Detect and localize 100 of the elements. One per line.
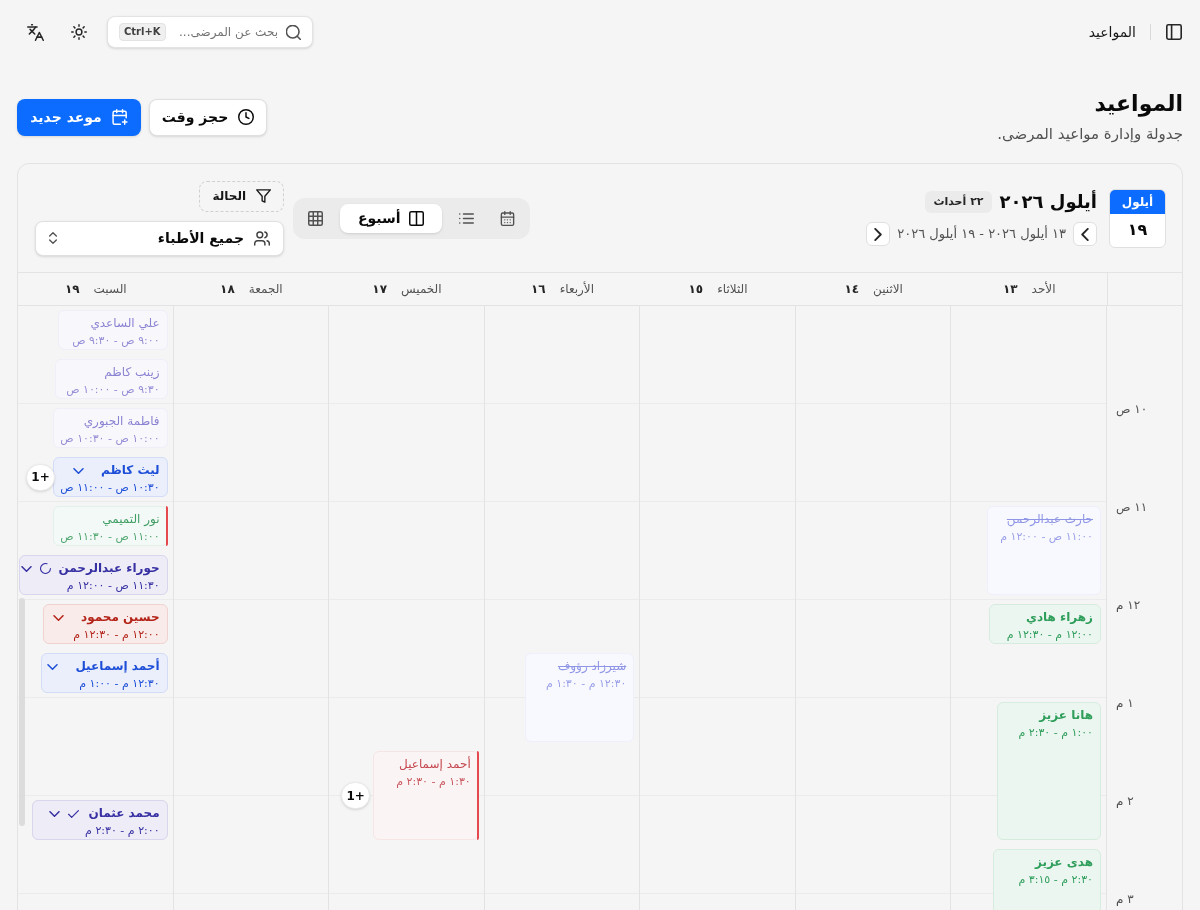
weekday-label: الخميس xyxy=(400,281,442,298)
translate-icon xyxy=(26,23,44,41)
status-filter-button[interactable]: الحالة xyxy=(199,180,284,212)
appointment-time: ٢:٣٠ م - ٣:١٥ م xyxy=(1018,872,1093,888)
weekday-label: الثلاثاء xyxy=(717,281,748,298)
page-subtitle: جدولة وإدارة مواعيد المرضى. xyxy=(997,124,1183,144)
new-appointment-button[interactable]: موعد جديد xyxy=(17,98,141,136)
appointment-card[interactable]: حوراء عبدالرحمن ١١:٣٠ ص - ١٢:٠٠ م xyxy=(19,555,168,595)
book-time-button[interactable]: حجز وقت xyxy=(149,98,267,136)
appointment-card[interactable]: أحمد إسماعيل ١:٣٠ م - ٢:٣٠ م xyxy=(373,751,479,840)
clock-icon xyxy=(238,109,255,125)
chevron-down-icon[interactable] xyxy=(21,565,33,572)
sidebar-icon xyxy=(1166,24,1182,40)
patient-name: حوراء عبدالرحمن xyxy=(58,560,160,577)
patient-name: محمد عثمان xyxy=(88,805,160,822)
patient-name: ليث كاظم xyxy=(101,462,160,479)
appointment-card[interactable]: حسين محمود ١٢:٠٠ م - ١٢:٣٠ م xyxy=(43,604,168,644)
appointment-time: ١١:٣٠ ص - ١٢:٠٠ م xyxy=(66,578,160,594)
check-icon xyxy=(68,809,80,818)
patient-name: هدى عزيز xyxy=(1034,854,1093,871)
sun-icon xyxy=(71,24,87,40)
list-icon xyxy=(459,212,475,224)
date-label: ١٣ xyxy=(1002,281,1018,298)
view-tab[interactable]: أسبوع xyxy=(340,203,442,233)
appointment-time: ٢:٠٠ م - ٢:٣٠ م xyxy=(85,823,160,839)
week-nav-button[interactable] xyxy=(1073,222,1097,246)
patient-name: زينب كاظم xyxy=(104,364,160,381)
appointment-time: ١١:٠٠ ص - ١١:٣٠ ص xyxy=(60,529,160,545)
hour-label: ٣ م xyxy=(1116,891,1134,907)
date-label: ١٦ xyxy=(531,281,546,298)
appointment-card[interactable]: أحمد إسماعيل ١٢:٣٠ م - ١:٠٠ م xyxy=(41,653,168,693)
columns-icon xyxy=(408,210,424,226)
scrollbar-thumb[interactable] xyxy=(19,598,25,826)
appointment-time: ١٢:٣٠ م - ١:٠٠ م xyxy=(79,676,160,692)
appointment-card[interactable]: هدى عزيز ٢:٣٠ م - ٣:١٥ م xyxy=(993,849,1101,910)
appointment-card[interactable]: علي الساعدي ٩:٠٠ ص - ٩:٣٠ ص xyxy=(58,310,168,350)
search-icon xyxy=(286,24,301,40)
calendar-icon xyxy=(500,210,516,226)
sidebar-toggle-button[interactable] xyxy=(1165,23,1183,41)
calendar-title: أيلول ٢٠٢٦ xyxy=(999,190,1097,214)
breadcrumb-title: المواعيد xyxy=(1088,22,1136,43)
doctor-select[interactable]: جميع الأطباء xyxy=(35,220,284,256)
appointment-card[interactable]: فاطمة الجبوري ١٠:٠٠ ص - ١٠:٣٠ ص xyxy=(53,408,168,448)
filter-icon xyxy=(256,189,271,203)
patient-name: شيرزاد رؤوف xyxy=(557,658,627,675)
hour-label: ١١ ص xyxy=(1116,499,1148,515)
appointment-time: ١١:٠٠ ص - ١٢:٠٠ م xyxy=(1000,529,1093,545)
chevron-left-icon xyxy=(1081,227,1089,241)
appointment-time: ١٢:٠٠ م - ١٢:٣٠ م xyxy=(1006,627,1093,643)
date-label: ١٤ xyxy=(844,281,860,298)
day-number: ١٩ xyxy=(1126,219,1149,241)
month-label: أيلول xyxy=(1110,189,1165,214)
weekday-label: الجمعة xyxy=(248,281,283,298)
more-events-button[interactable]: +1 xyxy=(26,463,55,491)
spinner-icon xyxy=(40,563,52,574)
date-label: ١٥ xyxy=(688,281,704,298)
weekday-label: السبت xyxy=(93,281,127,298)
appointment-card[interactable]: محمد عثمان ٢:٠٠ م - ٢:٣٠ م xyxy=(32,800,168,840)
hour-label: ١٠ ص xyxy=(1116,401,1148,417)
chevron-down-icon[interactable] xyxy=(73,467,85,474)
keyboard-shortcut: Ctrl+K xyxy=(119,23,166,41)
appointment-time: ١٢:٠٠ م - ١٢:٣٠ م xyxy=(73,627,160,643)
chevrons-up-down-icon xyxy=(49,232,57,244)
appointment-time: ٩:٠٠ ص - ٩:٣٠ ص xyxy=(72,333,160,349)
appointment-card[interactable]: زينب كاظم ٩:٣٠ ص - ١٠:٠٠ ص xyxy=(55,359,168,399)
date-label: ١٧ xyxy=(372,281,387,298)
chevron-down-icon[interactable] xyxy=(53,614,65,621)
appointment-card[interactable]: هانا عزيز ١:٠٠ م - ٢:٣٠ م xyxy=(997,702,1101,840)
appointment-time: ١:٠٠ م - ٢:٣٠ م xyxy=(1018,725,1093,741)
patient-name: زهراء هادي xyxy=(1025,609,1093,626)
appointment-time: ١:٣٠ م - ٢:٣٠ م xyxy=(396,774,471,790)
patient-name: حسين محمود xyxy=(81,609,160,626)
appointment-time: ١٢:٣٠ م - ١:٣٠ م xyxy=(545,676,627,692)
hour-label: ٢ م xyxy=(1116,793,1134,809)
calendar-plus-icon xyxy=(111,109,128,125)
chevron-down-icon[interactable] xyxy=(47,663,59,670)
patient-name: أحمد إسماعيل xyxy=(75,658,160,675)
patient-name: حارث عبدالرحمن xyxy=(1006,511,1093,528)
event-count: ٢٢ أحداث xyxy=(925,190,992,214)
chevron-down-icon[interactable] xyxy=(49,810,61,817)
patient-name: علي الساعدي xyxy=(90,315,160,332)
appointment-card[interactable]: ليث كاظم ١٠:٣٠ ص - ١١:٠٠ ص xyxy=(53,457,168,497)
appointment-card[interactable]: زهراء هادي ١٢:٠٠ م - ١٢:٣٠ م xyxy=(989,604,1101,644)
patient-name: هانا عزيز xyxy=(1039,707,1093,724)
date-range: ١٣ أيلول ٢٠٢٦ - ١٩ أيلول ٢٠٢٦ xyxy=(897,224,1066,244)
page-title: المواعيد xyxy=(1094,90,1183,118)
week-nav-button[interactable] xyxy=(866,222,891,246)
weekday-label: الاثنين xyxy=(873,281,903,298)
appointment-time: ٩:٣٠ ص - ١٠:٠٠ ص xyxy=(66,382,160,398)
weekday-label: الأربعاء xyxy=(559,280,595,298)
patient-name: أحمد إسماعيل xyxy=(399,756,471,773)
more-events-button[interactable]: +1 xyxy=(341,782,371,809)
hour-label: ١ م xyxy=(1116,695,1134,711)
patient-name: نور التميمي xyxy=(102,511,160,528)
patient-name: فاطمة الجبوري xyxy=(83,413,160,430)
chevron-right-icon xyxy=(874,227,883,241)
date-label: ١٨ xyxy=(220,281,235,298)
appointment-card[interactable]: نور التميمي ١١:٠٠ ص - ١١:٣٠ ص xyxy=(53,506,168,546)
date-label: ١٩ xyxy=(64,281,80,298)
grid-icon xyxy=(307,210,323,226)
